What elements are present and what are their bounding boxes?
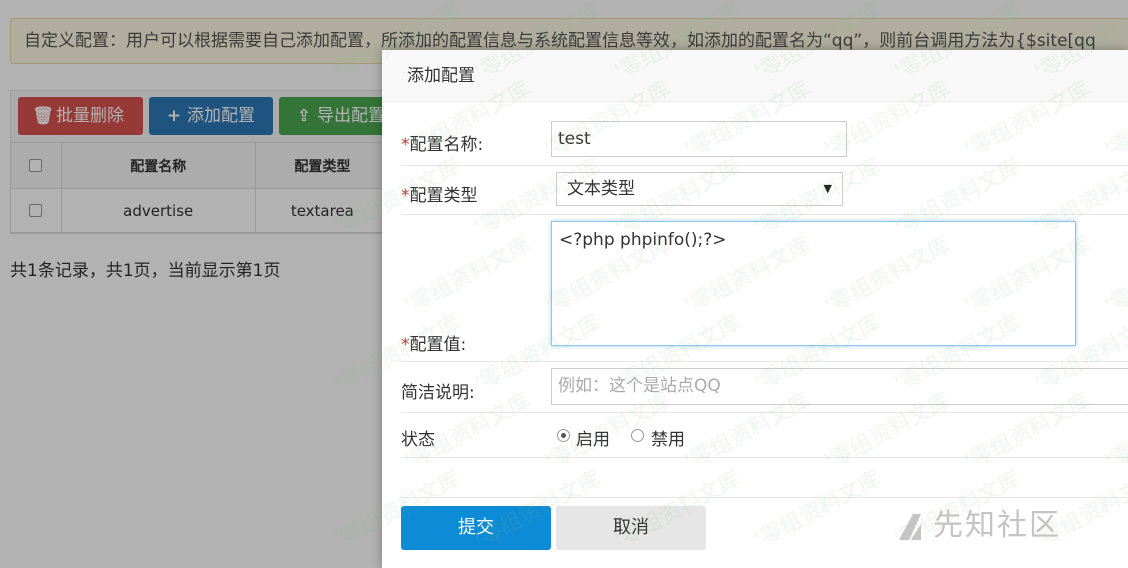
status-disabled-label: 禁用 (651, 430, 685, 450)
add-config-dialog: 添加配置 *配置名称: test *配置类型 文本类型 ▼ *配置值: <?ph… (382, 50, 1128, 568)
status-enabled-label: 启用 (576, 430, 610, 450)
config-name-row: *配置名称: test (401, 116, 1128, 166)
config-type-value: 文本类型 (567, 179, 635, 199)
config-type-select[interactable]: 文本类型 ▼ (556, 172, 843, 206)
status-disabled-radio[interactable] (631, 429, 644, 442)
status-row: 状态 启用 禁用 (401, 413, 1128, 458)
config-value-textarea[interactable]: <?php phpinfo();?> (551, 221, 1076, 346)
config-type-label: *配置类型 (401, 186, 478, 206)
logo-text: 先知社区 (933, 508, 1061, 543)
cancel-button[interactable]: 取消 (556, 506, 706, 550)
config-name-input[interactable]: test (551, 121, 847, 157)
spacer-row (401, 458, 1128, 498)
description-row: 简洁说明: 例如：这个是站点QQ (401, 362, 1128, 413)
config-name-label: *配置名称: (401, 135, 484, 155)
site-logo: 先知社区 (895, 500, 1061, 544)
description-label: 简洁说明: (401, 383, 475, 403)
dialog-title: 添加配置 (382, 50, 1128, 102)
status-enabled-radio[interactable] (557, 429, 570, 442)
status-label: 状态 (401, 430, 435, 450)
required-mark: * (401, 135, 410, 155)
config-type-row: *配置类型 文本类型 ▼ (401, 166, 1128, 215)
description-input[interactable]: 例如：这个是站点QQ (551, 368, 1128, 405)
chevron-down-icon: ▼ (823, 182, 832, 195)
config-value-label: *配置值: (401, 335, 467, 355)
config-value-row: *配置值: <?php phpinfo();?> (401, 215, 1128, 362)
logo-icon (899, 513, 921, 540)
submit-button[interactable]: 提交 (401, 506, 551, 550)
